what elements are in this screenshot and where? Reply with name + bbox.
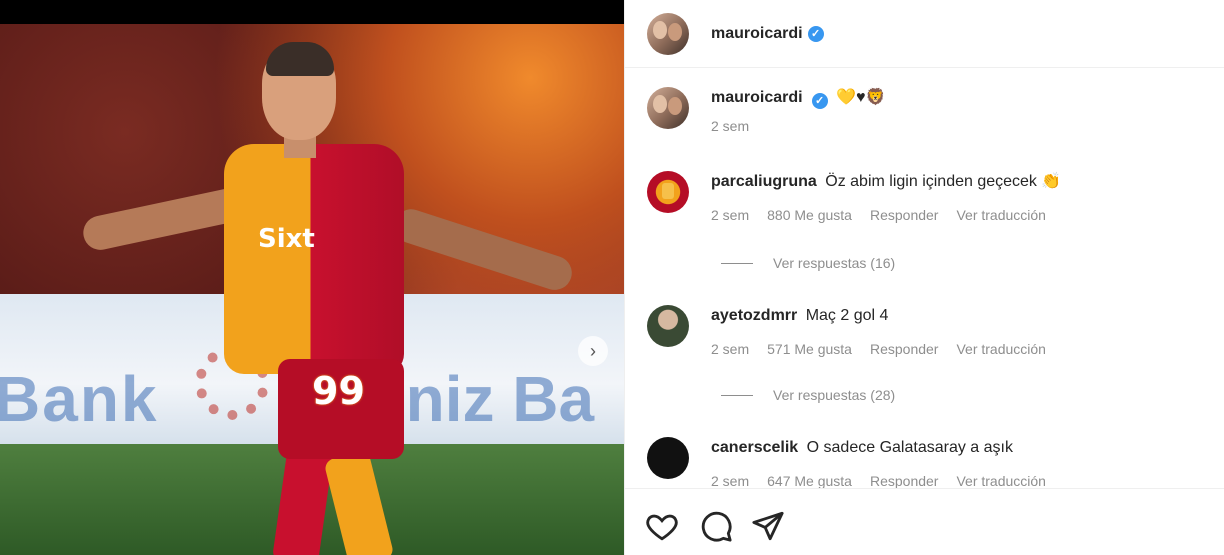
player-figure: Sixt 99 <box>0 24 624 555</box>
jersey-sponsor: Sixt <box>258 224 315 254</box>
commenter-avatar[interactable] <box>647 437 689 479</box>
comment-body: ayetozdmrr Maç 2 gol 4 2 sem 571 Me gust… <box>711 305 1201 357</box>
comment-icon[interactable] <box>699 509 733 543</box>
reply-button[interactable]: Responder <box>870 207 939 223</box>
shorts-number: 99 <box>312 369 365 413</box>
view-replies-label: Ver respuestas (28) <box>773 387 896 403</box>
replies-divider <box>721 394 753 396</box>
caption-text: 💛♥🦁 <box>836 89 886 106</box>
post-actions <box>625 488 1224 555</box>
caption-avatar[interactable] <box>647 87 689 129</box>
comment-time[interactable]: 2 sem <box>711 341 749 357</box>
author-avatar[interactable] <box>647 12 689 55</box>
player-right-leg <box>323 450 395 555</box>
comment-likes[interactable]: 647 Me gusta <box>767 473 852 489</box>
view-replies-label: Ver respuestas (16) <box>773 255 896 271</box>
view-replies-button[interactable]: Ver respuestas (16) <box>721 255 895 271</box>
translate-button[interactable]: Ver traducción <box>956 341 1046 357</box>
commenter-avatar[interactable] <box>647 171 689 213</box>
comment-time[interactable]: 2 sem <box>711 207 749 223</box>
post-photo[interactable]: Bank eniz Ba Sixt 99 <box>0 24 624 555</box>
post-side-panel: mauroicardi ✓ mauroicardi ✓ 💛♥🦁 2 sem par… <box>624 0 1224 555</box>
comment-body: canerscelik O sadece Galatasaray a aşık … <box>711 437 1201 489</box>
caption-time: 2 sem <box>711 118 750 134</box>
comment-text: Öz abim ligin içinden geçecek 👏 <box>825 173 1062 190</box>
comment-text: Maç 2 gol 4 <box>805 307 889 324</box>
comment-likes[interactable]: 571 Me gusta <box>767 341 852 357</box>
caption-username[interactable]: mauroicardi <box>711 89 803 106</box>
replies-divider <box>721 262 753 264</box>
comment-text: O sadece Galatasaray a aşık <box>806 439 1013 456</box>
paper-plane-icon[interactable] <box>751 509 785 543</box>
comment-body: parcaliugruna Öz abim ligin içinden geçe… <box>711 171 1201 223</box>
heart-icon[interactable] <box>645 509 679 543</box>
verified-badge-icon: ✓ <box>807 25 824 42</box>
comment-username[interactable]: ayetozdmrr <box>711 307 797 324</box>
reply-button[interactable]: Responder <box>870 473 939 489</box>
author-username[interactable]: mauroicardi <box>711 25 803 43</box>
comments-list[interactable]: mauroicardi ✓ 💛♥🦁 2 sem parcaliugruna Öz … <box>625 69 1224 489</box>
commenter-avatar[interactable] <box>647 305 689 347</box>
view-replies-button[interactable]: Ver respuestas (28) <box>721 387 895 403</box>
reply-button[interactable]: Responder <box>870 341 939 357</box>
chevron-right-icon: › <box>590 340 596 361</box>
translate-button[interactable]: Ver traducción <box>956 207 1046 223</box>
post-header: mauroicardi ✓ <box>625 0 1224 68</box>
verified-badge-icon: ✓ <box>811 93 828 109</box>
media-top-bar <box>0 0 624 24</box>
next-image-button[interactable]: › <box>578 336 608 366</box>
comment-username[interactable]: canerscelik <box>711 439 798 456</box>
comment-time[interactable]: 2 sem <box>711 473 749 489</box>
player-right-arm <box>389 204 577 295</box>
post-media: Bank eniz Ba Sixt 99 › <box>0 0 624 555</box>
player-hair <box>266 42 334 76</box>
comment-likes[interactable]: 880 Me gusta <box>767 207 852 223</box>
caption-body: mauroicardi ✓ 💛♥🦁 2 sem <box>711 87 1201 134</box>
translate-button[interactable]: Ver traducción <box>956 473 1046 489</box>
comment-username[interactable]: parcaliugruna <box>711 173 817 190</box>
player-jersey <box>224 144 404 374</box>
